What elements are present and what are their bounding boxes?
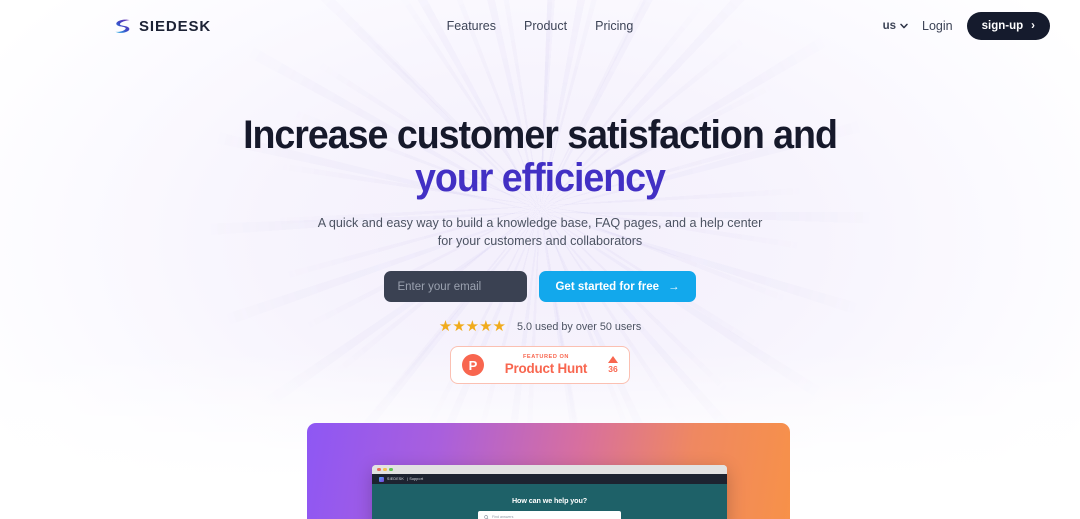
rating-row: ★★★★★ 5.0 used by over 50 users <box>0 319 1080 334</box>
product-hunt-name: Product Hunt <box>504 361 588 377</box>
signup-button-label: sign-up <box>981 20 1024 32</box>
page-title: Increase customer satisfaction and your … <box>32 114 1047 200</box>
browser-mockup: SIEDESK | Support How can we help you? F… <box>372 465 727 519</box>
headline-line-1: Increase customer satisfaction and <box>243 113 838 157</box>
chevron-down-icon <box>900 23 908 29</box>
product-hunt-logo-letter: P <box>468 357 478 373</box>
preview-app-section: | Support <box>406 477 424 481</box>
login-link[interactable]: Login <box>922 19 953 33</box>
main-navigation: Features Product Pricing <box>447 19 634 33</box>
rating-text: 5.0 used by over 50 users <box>517 320 642 333</box>
logo-text: SIEDESK <box>139 17 212 35</box>
browser-titlebar <box>372 465 727 474</box>
preview-logo-icon <box>379 476 384 482</box>
preview-app-header: SIEDESK | Support <box>372 474 727 484</box>
product-hunt-logo-icon: P <box>462 354 484 376</box>
upvote-triangle-icon <box>608 356 618 363</box>
signup-button[interactable]: sign-up › <box>966 12 1050 40</box>
preview-help-center: How can we help you? Find answers <box>372 484 727 519</box>
product-preview-card: SIEDESK | Support How can we help you? F… <box>307 423 790 519</box>
preview-help-title: How can we help you? <box>511 496 588 505</box>
language-selector[interactable]: us <box>883 20 908 32</box>
nav-item-features[interactable]: Features <box>447 19 496 33</box>
arrow-right-icon: → <box>668 280 680 293</box>
product-hunt-badge[interactable]: P FEATURED ON Product Hunt 36 <box>450 346 630 384</box>
site-header: SIEDESK Features Product Pricing us Logi… <box>0 0 1080 52</box>
search-icon <box>484 514 489 519</box>
preview-search-box[interactable]: Find answers <box>478 511 621 519</box>
hero-subtitle: A quick and easy way to build a knowledg… <box>317 216 763 248</box>
email-field[interactable] <box>384 271 528 302</box>
product-hunt-upvote[interactable]: 36 <box>608 356 618 374</box>
preview-search-placeholder: Find answers <box>492 515 514 519</box>
hero-section: Increase customer satisfaction and your … <box>0 52 1080 384</box>
language-label: us <box>882 20 897 32</box>
preview-app-name: SIEDESK <box>387 477 404 481</box>
header-actions: us Login sign-up › <box>883 12 1050 40</box>
get-started-button[interactable]: Get started for free → <box>539 271 696 302</box>
get-started-label: Get started for free <box>555 280 660 293</box>
nav-item-product[interactable]: Product <box>524 19 567 33</box>
window-close-icon <box>377 467 381 472</box>
logo[interactable]: SIEDESK <box>113 17 211 36</box>
window-minimize-icon <box>383 467 387 472</box>
signup-form: Get started for free → <box>0 271 1080 302</box>
window-maximize-icon <box>389 467 393 472</box>
star-rating-icon: ★★★★★ <box>438 318 506 335</box>
product-hunt-text: FEATURED ON Product Hunt <box>492 353 600 377</box>
chevron-right-icon: › <box>1031 20 1035 32</box>
nav-item-pricing[interactable]: Pricing <box>595 19 633 33</box>
siedesk-swoosh-icon <box>115 19 130 33</box>
upvote-count: 36 <box>608 364 618 374</box>
headline-line-2: your efficiency <box>415 156 666 200</box>
product-hunt-featured-label: FEATURED ON <box>522 353 570 360</box>
